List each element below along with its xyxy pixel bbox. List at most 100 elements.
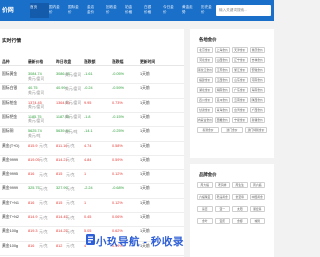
brand-tag[interactable]: 周生生 bbox=[232, 182, 248, 188]
table-row[interactable]: 黄金9995 816 815 1 0.12% 1天前 元/克 元/克 bbox=[0, 169, 184, 183]
region-tag[interactable]: 安徽金价 bbox=[249, 67, 265, 73]
region-tag[interactable]: 新疆金价 bbox=[249, 117, 265, 123]
region-tag[interactable]: 台湾金价 bbox=[232, 107, 248, 113]
region-tag[interactable]: 内蒙古金价 bbox=[197, 117, 213, 123]
change-percent: -0.68% bbox=[112, 186, 125, 191]
nav-item[interactable]: 金店 金价 bbox=[87, 3, 106, 18]
region-tag[interactable]: 四川金价 bbox=[197, 97, 213, 103]
prev-unit: 元/克 bbox=[66, 144, 75, 149]
table-row[interactable]: 国际白银 40.75 40.99 -0.24 -0.59% 1天前 美元/盎司 美元/盎司 bbox=[0, 83, 184, 97]
nav-item[interactable]: 铂金 价格 bbox=[125, 3, 144, 18]
table-row[interactable]: 国际铜 5625.74 5639.84 -14.1 -0.25% 1天前 美元/吨 美元/吨 bbox=[0, 126, 184, 140]
variety-name[interactable]: 黄金9999 bbox=[2, 158, 18, 163]
variety-name[interactable]: 黄金9995 bbox=[2, 172, 18, 177]
column-header: 最新价格 bbox=[28, 60, 44, 64]
table-row[interactable]: 国际钯金 1185.75 1187.55 -1.8 -0.15% 1天前 美元/盎司 美元/盎… bbox=[0, 112, 184, 126]
variety-name[interactable]: 国际铂金 bbox=[2, 101, 17, 106]
region-tag[interactable]: 青海金价 bbox=[214, 107, 230, 113]
brand-tag[interactable]: 金至尊 bbox=[232, 194, 248, 200]
table-row[interactable]: 黄金(T+D) 815.9 811.16 4.74 0.58% 1天前 元/克 元/克 bbox=[0, 141, 184, 155]
region-tag[interactable]: 江西金价 bbox=[214, 77, 230, 83]
region-tag[interactable]: 广西金价 bbox=[249, 107, 265, 113]
search-input[interactable]: 输入关键词搜索... bbox=[216, 5, 271, 16]
region-tag[interactable]: 黑龙江金价 bbox=[197, 67, 213, 73]
brand-tag[interactable]: 中国黄金 bbox=[249, 194, 265, 200]
variety-name[interactable]: 黄金100g bbox=[2, 229, 18, 234]
latest-price: 3084.74 bbox=[28, 72, 42, 76]
variety-name[interactable]: 国际白银 bbox=[2, 86, 17, 91]
nav-item[interactable]: 今日金价 bbox=[163, 3, 182, 18]
change-amount: -0.24 bbox=[84, 86, 93, 91]
table-row[interactable]: 黄金9999 819.05 814.21 4.84 0.59% 1天前 元/克 元/克 bbox=[0, 155, 184, 169]
variety-name[interactable]: 国际铜 bbox=[2, 129, 13, 134]
brand-tag[interactable]: 宝庆 bbox=[214, 218, 230, 224]
brand-tag[interactable]: 亚一 bbox=[214, 206, 230, 212]
region-tag[interactable]: 陕西金价 bbox=[249, 97, 265, 103]
brand-tag[interactable]: 太阳 bbox=[232, 206, 248, 212]
latest-price: 816 bbox=[28, 172, 35, 177]
region-tag[interactable]: 澳门金价 bbox=[221, 127, 243, 133]
region-tag[interactable]: 吉林金价 bbox=[249, 57, 265, 63]
region-tag[interactable]: 山东金价 bbox=[232, 77, 248, 83]
column-header: 涨跌额 bbox=[84, 60, 96, 64]
region-tag[interactable]: 宁夏金价 bbox=[232, 117, 248, 123]
region-tag[interactable]: 澳门特别金价 bbox=[245, 127, 267, 133]
region-tag[interactable]: 福建金价 bbox=[197, 77, 213, 83]
region-tag[interactable]: 重庆金价 bbox=[249, 47, 265, 53]
watermark-logo-icon bbox=[86, 234, 95, 245]
region-tag[interactable]: 河南金价 bbox=[249, 77, 265, 83]
nav-item[interactable]: 首页 bbox=[30, 3, 49, 18]
brand-tag[interactable]: 菜百 bbox=[197, 206, 213, 212]
nav-item[interactable]: 国内金价 bbox=[49, 3, 68, 18]
brand-tag[interactable]: 老凤祥 bbox=[214, 182, 230, 188]
nav-item[interactable]: 国际金价 bbox=[68, 3, 87, 18]
table-row[interactable]: 黄金T+N1 816 815 1 0.12% 1天前 元/克 元/克 bbox=[0, 198, 184, 212]
brand-tag[interactable]: 周六福 bbox=[249, 182, 265, 188]
variety-name[interactable]: 黄金T+N1 bbox=[2, 201, 19, 206]
nav-item-label-line2: 价格 bbox=[144, 9, 152, 14]
region-tag[interactable]: 湖北金价 bbox=[197, 87, 213, 93]
brand-tag[interactable]: 金都 bbox=[232, 218, 248, 224]
variety-name[interactable]: 黄金100g bbox=[2, 244, 18, 249]
variety-name[interactable]: 黄金(T+D) bbox=[2, 144, 19, 149]
table-row[interactable]: 国际黄金 3084.74 3086.35 -1.61 -0.05% 1天前 美元/盎司 美元/… bbox=[0, 69, 184, 83]
region-tag[interactable]: 西藏金价 bbox=[214, 117, 230, 123]
region-tag[interactable]: 北京金价 bbox=[197, 47, 213, 53]
change-percent: 0.06% bbox=[112, 215, 123, 219]
table-row[interactable]: 黄金T+N2 814.9 814.45 0.45 0.06% 1天前 元/克 元/克 bbox=[0, 212, 184, 226]
brand-tag[interactable]: 周大福 bbox=[197, 182, 213, 188]
brand-tag[interactable]: 城隍 bbox=[249, 218, 265, 224]
variety-name[interactable]: 黄金9999 bbox=[2, 186, 18, 191]
brand-tag[interactable]: 老庙黄金 bbox=[214, 194, 230, 200]
brand-tag[interactable]: 六福珠宝 bbox=[197, 194, 213, 200]
variety-name[interactable]: 黄金T+N2 bbox=[2, 215, 19, 220]
variety-name[interactable]: 国际黄金 bbox=[2, 72, 17, 77]
brand-box-title: 品牌金价 bbox=[199, 172, 217, 177]
region-tag[interactable]: 浙江金价 bbox=[232, 67, 248, 73]
region-tag[interactable]: 湖南金价 bbox=[214, 87, 230, 93]
brand-tag[interactable]: 金叶 bbox=[197, 218, 213, 224]
variety-name[interactable]: 国际钯金 bbox=[2, 115, 17, 120]
table-row[interactable]: 国际铂金 1374.45 1364.50 9.95 0.73% 1天前 美元/盎司 美元/盎司 bbox=[0, 98, 184, 112]
region-tag[interactable]: 海南金价 bbox=[249, 87, 265, 93]
region-box-title: 各地金价 bbox=[199, 37, 217, 42]
nav-item[interactable]: 白银 价格 bbox=[144, 3, 163, 18]
region-tag[interactable]: 广东金价 bbox=[232, 87, 248, 93]
region-tag[interactable]: 江苏金价 bbox=[214, 67, 230, 73]
nav-item[interactable]: 回收金价 bbox=[106, 3, 125, 18]
region-tag[interactable]: 山西金价 bbox=[214, 57, 230, 63]
region-tag[interactable]: 河北金价 bbox=[197, 57, 213, 63]
table-row[interactable]: 黄金9999 325.75 327.99 -2.24 -0.68% 1天前 元/克 元/克 bbox=[0, 183, 184, 197]
top-navigation-bar: 价网 首页 国内金价国际金价金店 金价 回收金价铂金 价格 白银 价格 今日金价黄金走势历史金… bbox=[0, 0, 274, 21]
change-amount: 4.74 bbox=[84, 143, 92, 148]
region-tag[interactable]: 上海金价 bbox=[214, 47, 230, 53]
region-tag[interactable]: 辽宁金价 bbox=[232, 57, 248, 63]
brand-tag[interactable]: 潮宏基 bbox=[249, 206, 265, 212]
region-tag[interactable]: 甘肃金价 bbox=[197, 107, 213, 113]
region-tag[interactable]: 贵州金价 bbox=[214, 97, 230, 103]
site-logo[interactable]: 价网 bbox=[2, 5, 14, 14]
region-tag[interactable]: 香港金价 bbox=[197, 127, 219, 133]
region-tag[interactable]: 天津金价 bbox=[232, 47, 248, 53]
region-tag[interactable]: 云南金价 bbox=[232, 97, 248, 103]
nav-item[interactable]: 黄金走势 bbox=[182, 3, 201, 18]
